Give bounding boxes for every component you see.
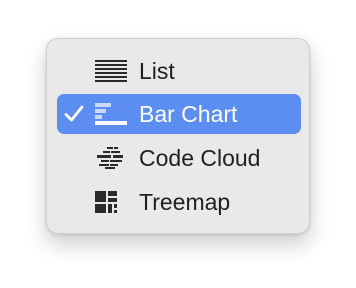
menu-item-treemap[interactable]: Treemap [57,182,301,222]
menu-item-list[interactable]: List [57,51,301,91]
list-icon [95,60,127,82]
treemap-icon [95,191,127,213]
view-mode-menu: List Bar Chart Code Cloud Treemap [46,38,310,234]
menu-item-label: Code Cloud [139,145,261,171]
checkmark-icon [63,103,85,125]
menu-item-label: Treemap [139,189,231,215]
code-cloud-icon [95,147,127,169]
menu-item-label: List [139,58,175,84]
menu-item-bar-chart[interactable]: Bar Chart [57,94,301,134]
bar-chart-icon [95,103,127,125]
menu-item-label: Bar Chart [139,101,238,127]
menu-item-code-cloud[interactable]: Code Cloud [57,138,301,178]
